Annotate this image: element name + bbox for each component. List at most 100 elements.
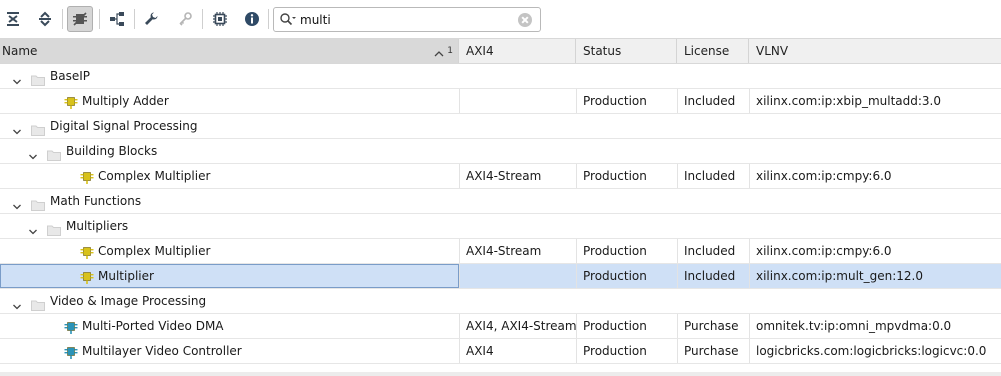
toolbar-separator xyxy=(99,9,100,29)
license-cell: Purchase xyxy=(684,319,739,333)
ip-name-label: Complex Multiplier xyxy=(98,169,211,183)
name-cell[interactable]: Multilayer Video Controller xyxy=(0,339,459,363)
license-cell: Included xyxy=(684,269,736,283)
folder-icon xyxy=(31,195,45,213)
column-header-axi4[interactable]: AXI4 xyxy=(459,39,576,63)
tree-ip-row[interactable]: Multi-Ported Video DMA AXI4, AXI4-Stream P… xyxy=(0,314,1001,339)
chevron-down-icon[interactable] xyxy=(12,71,22,88)
vlnv-cell: xilinx.com:ip:cmpy:6.0 xyxy=(756,169,892,183)
horizontal-scrollbar[interactable] xyxy=(0,372,1001,376)
folder-icon xyxy=(47,145,61,163)
tree-ip-row[interactable]: Multilayer Video Controller AXI4 Productio… xyxy=(0,339,1001,364)
column-divider xyxy=(576,164,577,188)
column-divider xyxy=(749,339,750,363)
tree-ip-row[interactable]: Multiplier Production Included xilinx.com:i… xyxy=(0,264,1001,289)
column-divider xyxy=(459,264,460,288)
name-cell[interactable]: Math Functions xyxy=(0,189,459,213)
axi4-cell: AXI4 xyxy=(466,344,494,358)
column-divider xyxy=(459,314,460,338)
tree-category-row[interactable]: Multipliers xyxy=(0,214,1001,239)
tree-category-row[interactable]: Video & Image Processing xyxy=(0,289,1001,314)
tree-ip-row[interactable]: Multiply Adder Production Included xilinx.c… xyxy=(0,89,1001,114)
collapse-all-button[interactable] xyxy=(0,6,26,32)
status-cell: Production xyxy=(583,319,647,333)
name-cell[interactable]: Multi-Ported Video DMA xyxy=(0,314,459,338)
collapse-all-icon xyxy=(5,11,21,27)
name-cell[interactable]: Digital Signal Processing xyxy=(0,114,459,138)
name-cell[interactable]: Video & Image Processing xyxy=(0,289,459,313)
hierarchy-button[interactable] xyxy=(104,6,130,32)
column-divider xyxy=(677,89,678,113)
column-divider xyxy=(749,239,750,263)
ip-name-label: Complex Multiplier xyxy=(98,244,211,258)
column-header-vlnv[interactable]: VLNV xyxy=(749,39,1001,63)
chevron-down-icon[interactable] xyxy=(12,296,22,313)
ip-core-icon xyxy=(80,244,94,263)
category-label: BaseIP xyxy=(50,69,90,83)
license-cell: Included xyxy=(684,94,736,108)
axi4-cell: AXI4, AXI4-Stream xyxy=(466,319,576,333)
name-cell[interactable]: BaseIP xyxy=(0,64,459,88)
name-cell[interactable]: Multipliers xyxy=(0,214,459,238)
license-cell: Purchase xyxy=(684,344,739,358)
table-header: Name 1 AXI4 Status License VLNV xyxy=(0,38,1001,64)
tree-category-row[interactable]: Building Blocks xyxy=(0,139,1001,164)
column-divider xyxy=(677,239,678,263)
vlnv-cell: omnitek.tv:ip:omni_mpvdma:0.0 xyxy=(756,319,952,333)
tree-ip-row[interactable]: Complex Multiplier AXI4-Stream Production I… xyxy=(0,164,1001,189)
name-cell[interactable]: Building Blocks xyxy=(0,139,459,163)
tree-category-row[interactable]: Digital Signal Processing xyxy=(0,114,1001,139)
toolbar xyxy=(0,0,1001,38)
chevron-down-icon[interactable] xyxy=(12,196,22,213)
ip-core-icon xyxy=(64,94,78,113)
column-header-license[interactable]: License xyxy=(677,39,749,63)
license-key-button[interactable] xyxy=(172,6,198,32)
name-cell[interactable]: Multiplier xyxy=(0,264,459,288)
name-cell[interactable]: Complex Multiplier xyxy=(0,164,459,188)
name-cell[interactable]: Multiply Adder xyxy=(0,89,459,113)
column-divider xyxy=(749,314,750,338)
axi4-cell: AXI4-Stream xyxy=(466,169,542,183)
search-box[interactable] xyxy=(273,7,541,32)
tree-category-row[interactable]: BaseIP xyxy=(0,64,1001,89)
toolbar-separator xyxy=(268,9,269,29)
search-input[interactable] xyxy=(300,11,510,28)
column-header-label: Name xyxy=(2,44,38,58)
status-cell: Production xyxy=(583,94,647,108)
status-cell: Production xyxy=(583,344,647,358)
tree-category-row[interactable]: Math Functions xyxy=(0,189,1001,214)
status-cell: Production xyxy=(583,244,647,258)
ip-core-icon xyxy=(64,319,78,338)
ip-core-icon xyxy=(80,269,94,288)
license-cell: Included xyxy=(684,244,736,258)
status-cell: Production xyxy=(583,169,647,183)
column-header-name[interactable]: Name 1 xyxy=(0,39,459,63)
chip-icon xyxy=(212,11,228,27)
toolbar-separator xyxy=(202,9,203,29)
ip-info-button[interactable] xyxy=(239,6,265,32)
column-divider xyxy=(459,239,460,263)
ip-chip-button[interactable] xyxy=(207,6,233,32)
expand-all-button[interactable] xyxy=(32,6,58,32)
axi4-cell: AXI4-Stream xyxy=(466,244,542,258)
chevron-down-icon[interactable] xyxy=(28,146,38,163)
toolbar-separator xyxy=(62,9,63,29)
column-header-label: License xyxy=(684,44,730,58)
customize-ip-button[interactable] xyxy=(138,6,164,32)
column-divider xyxy=(459,164,460,188)
filter-compatible-button[interactable] xyxy=(67,6,93,32)
clear-search-icon[interactable] xyxy=(518,13,532,27)
name-cell[interactable]: Complex Multiplier xyxy=(0,239,459,263)
chevron-down-icon[interactable] xyxy=(28,221,38,238)
folder-icon xyxy=(47,220,61,238)
column-header-status[interactable]: Status xyxy=(576,39,677,63)
chevron-down-icon[interactable] xyxy=(12,121,22,138)
tree-ip-row[interactable]: Complex Multiplier AXI4-Stream Production I… xyxy=(0,239,1001,264)
search-icon[interactable] xyxy=(279,12,297,31)
column-divider xyxy=(749,164,750,188)
column-divider xyxy=(459,339,460,363)
column-divider xyxy=(677,164,678,188)
vlnv-cell: logicbricks.com:logicbricks:logicvc:0.0 xyxy=(756,344,987,358)
column-divider xyxy=(677,264,678,288)
column-header-label: VLNV xyxy=(756,44,789,58)
